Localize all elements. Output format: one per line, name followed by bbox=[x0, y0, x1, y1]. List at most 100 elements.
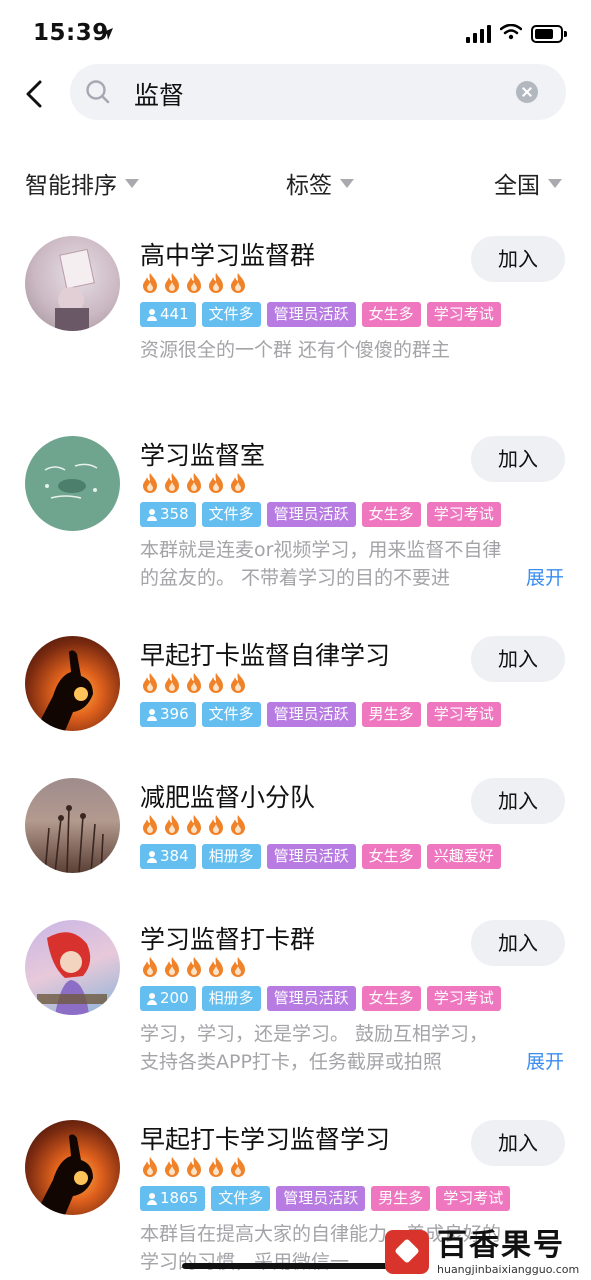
description-line: 学习，学习，还是学习。 鼓励互相学习， bbox=[140, 1023, 489, 1045]
tag: 男生多 bbox=[361, 702, 421, 727]
group-name: 早起打卡监督自律学习 bbox=[140, 641, 391, 670]
member-count: 396 bbox=[160, 705, 189, 723]
join-button[interactable]: 加入 bbox=[471, 636, 565, 682]
tag: 学习考试 bbox=[426, 502, 501, 527]
expand-link[interactable]: 展开 bbox=[519, 1048, 564, 1076]
tag: 男生多 bbox=[371, 1186, 431, 1211]
filter-tags-label: 标签 bbox=[286, 173, 332, 199]
description-line: 支持各类APP打卡，任务截屏或拍照 bbox=[140, 1051, 442, 1073]
battery-icon bbox=[531, 25, 567, 43]
member-count-badge: 396 bbox=[140, 702, 196, 727]
tag: 学习考试 bbox=[426, 302, 501, 327]
flame-icon bbox=[231, 815, 245, 835]
flame-icon bbox=[143, 673, 157, 693]
tag: 管理员活跃 bbox=[266, 502, 356, 527]
search-bar[interactable]: 监督 bbox=[70, 64, 566, 120]
chevron-left-icon bbox=[26, 80, 42, 108]
description-line: 资源很全的一个群 还有个傻傻的群主 bbox=[140, 339, 451, 361]
filter-sort[interactable]: 智能排序 bbox=[25, 166, 139, 200]
flame-icon bbox=[209, 673, 223, 693]
tag: 文件多 bbox=[201, 702, 261, 727]
tag: 文件多 bbox=[201, 302, 261, 327]
flame-icon bbox=[143, 473, 157, 493]
member-count-badge: 358 bbox=[140, 502, 196, 527]
join-button[interactable]: 加入 bbox=[471, 920, 565, 966]
flame-icon bbox=[209, 815, 223, 835]
join-button[interactable]: 加入 bbox=[471, 236, 565, 282]
tag: 管理员活跃 bbox=[276, 1186, 366, 1211]
person-icon bbox=[147, 708, 157, 721]
watermark-url: huangjinbaixiangguo.com bbox=[437, 1262, 580, 1276]
filter-bar: 智能排序 标签 全国 bbox=[0, 166, 591, 202]
tag: 文件多 bbox=[201, 502, 261, 527]
watermark-logo-icon bbox=[385, 1230, 429, 1274]
member-count: 384 bbox=[160, 847, 189, 865]
tag: 相册多 bbox=[201, 986, 261, 1011]
person-icon bbox=[147, 1192, 157, 1205]
description-line: 的盆友的。 不带着学习的目的不要进 bbox=[140, 567, 451, 589]
join-button[interactable]: 加入 bbox=[471, 1120, 565, 1166]
group-name: 学习监督室 bbox=[140, 441, 266, 470]
flame-icon bbox=[187, 473, 201, 493]
flame-icon bbox=[209, 1157, 223, 1177]
filter-tags[interactable]: 标签 bbox=[286, 166, 354, 200]
tag: 女生多 bbox=[361, 986, 421, 1011]
person-icon bbox=[147, 308, 157, 321]
tag: 文件多 bbox=[211, 1186, 271, 1211]
flame-icon bbox=[209, 273, 223, 293]
tag-row: 441 文件多 管理员活跃 女生多 学习考试 bbox=[140, 302, 501, 327]
group-description: 资源很全的一个群 还有个傻傻的群主 bbox=[140, 336, 564, 364]
activity-flames bbox=[140, 472, 248, 494]
flame-icon bbox=[231, 673, 245, 693]
back-button[interactable] bbox=[14, 72, 54, 116]
member-count-badge: 1865 bbox=[140, 1186, 206, 1211]
group-avatar bbox=[25, 778, 120, 873]
dropdown-triangle-icon bbox=[125, 178, 139, 188]
group-avatar bbox=[25, 236, 120, 331]
join-button[interactable]: 加入 bbox=[471, 778, 565, 824]
flame-icon bbox=[187, 815, 201, 835]
tag: 管理员活跃 bbox=[266, 302, 356, 327]
tag-row: 200 相册多 管理员活跃 女生多 学习考试 bbox=[140, 986, 501, 1011]
tag: 管理员活跃 bbox=[266, 702, 356, 727]
expand-link[interactable]: 展开 bbox=[519, 564, 564, 592]
watermark: 百香果号 huangjinbaixiangguo.com bbox=[381, 1224, 591, 1280]
member-count-badge: 200 bbox=[140, 986, 196, 1011]
tag: 女生多 bbox=[361, 502, 421, 527]
search-input[interactable]: 监督 bbox=[134, 76, 184, 112]
flame-icon bbox=[165, 957, 179, 977]
group-name: 早起打卡学习监督学习 bbox=[140, 1125, 391, 1154]
tag: 学习考试 bbox=[426, 986, 501, 1011]
location-arrow-icon bbox=[100, 26, 114, 45]
flame-icon bbox=[187, 273, 201, 293]
flame-icon bbox=[165, 673, 179, 693]
filter-sort-label: 智能排序 bbox=[25, 173, 117, 199]
flame-icon bbox=[209, 473, 223, 493]
activity-flames bbox=[140, 814, 248, 836]
search-icon bbox=[84, 78, 112, 110]
activity-flames bbox=[140, 1156, 248, 1178]
tag: 管理员活跃 bbox=[266, 844, 356, 869]
group-description: 学习，学习，还是学习。 鼓励互相学习， 支持各类APP打卡，任务截屏或拍照 展开 bbox=[140, 1020, 564, 1076]
flame-icon bbox=[231, 1157, 245, 1177]
group-name: 高中学习监督群 bbox=[140, 241, 316, 270]
flame-icon bbox=[231, 957, 245, 977]
clear-search-icon[interactable] bbox=[516, 81, 538, 103]
tag: 女生多 bbox=[361, 844, 421, 869]
member-count: 358 bbox=[160, 505, 189, 523]
filter-region[interactable]: 全国 bbox=[494, 166, 562, 200]
status-time: 15:39 bbox=[33, 20, 109, 46]
home-indicator[interactable] bbox=[182, 1263, 394, 1269]
group-description: 本群就是连麦or视频学习，用来监督不自律 的盆友的。 不带着学习的目的不要进 展… bbox=[140, 536, 564, 592]
cellular-signal-icon bbox=[466, 25, 491, 43]
person-icon bbox=[147, 992, 157, 1005]
group-avatar bbox=[25, 920, 120, 1015]
group-avatar bbox=[25, 436, 120, 531]
flame-icon bbox=[187, 957, 201, 977]
flame-icon bbox=[231, 273, 245, 293]
tag: 相册多 bbox=[201, 844, 261, 869]
activity-flames bbox=[140, 956, 248, 978]
tag-row: 1865 文件多 管理员活跃 男生多 学习考试 bbox=[140, 1186, 511, 1211]
tag: 学习考试 bbox=[426, 702, 501, 727]
join-button[interactable]: 加入 bbox=[471, 436, 565, 482]
